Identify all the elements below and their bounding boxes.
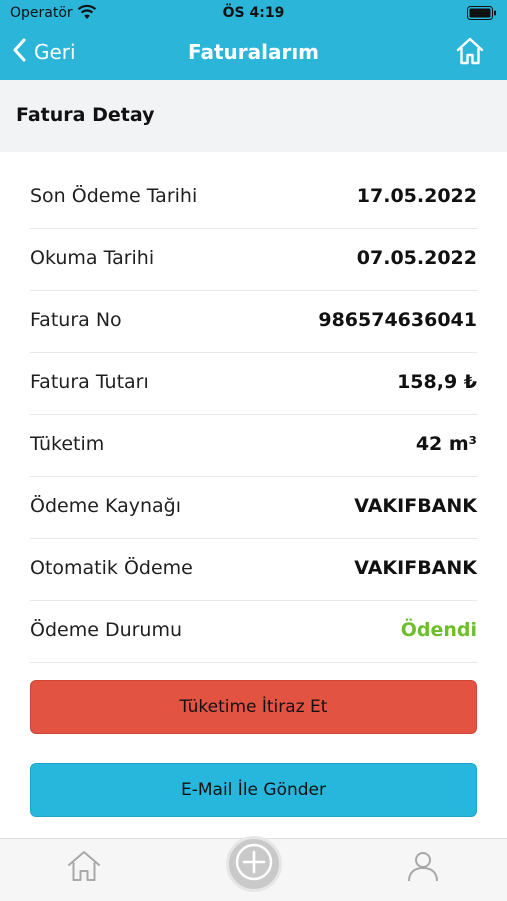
detail-label: Otomatik Ödeme	[30, 557, 193, 579]
detail-value: VAKIFBANK	[354, 557, 477, 579]
back-button[interactable]: Geri	[12, 38, 76, 66]
chevron-left-icon	[12, 38, 26, 66]
section-title: Fatura Detay	[16, 104, 155, 126]
detail-row-payment-status: Ödeme Durumu Ödendi	[30, 601, 477, 663]
user-icon	[406, 852, 440, 887]
home-button[interactable]	[455, 36, 485, 70]
page-title: Faturalarım	[187, 40, 320, 64]
detail-row-invoice-no: Fatura No 986574636041	[30, 291, 477, 353]
invoice-details: Son Ödeme Tarihi 17.05.2022 Okuma Tarihi…	[30, 167, 477, 663]
detail-row-consumption: Tüketim 42 m³	[30, 415, 477, 477]
detail-label: Fatura Tutarı	[30, 371, 149, 393]
detail-row-payment-source: Ödeme Kaynağı VAKIFBANK	[30, 477, 477, 539]
tab-profile[interactable]	[406, 849, 440, 887]
detail-row-amount: Fatura Tutarı 158,9 ₺	[30, 353, 477, 415]
clock: ÖS 4:19	[222, 5, 285, 21]
add-icon	[234, 842, 274, 886]
detail-value: VAKIFBANK	[354, 495, 477, 517]
tab-bar	[0, 836, 507, 901]
detail-label: Tüketim	[30, 433, 105, 455]
detail-label: Fatura No	[30, 309, 122, 331]
objection-button[interactable]: Tüketime İtiraz Et	[30, 680, 477, 734]
detail-value: 158,9 ₺	[397, 371, 477, 393]
detail-label: Ödeme Durumu	[30, 619, 183, 641]
detail-row-reading-date: Okuma Tarihi 07.05.2022	[30, 229, 477, 291]
detail-label: Ödeme Kaynağı	[30, 495, 181, 517]
nav-bar: Geri Faturalarım	[0, 30, 507, 76]
detail-value: 07.05.2022	[356, 247, 477, 269]
send-email-button[interactable]: E-Mail İle Gönder	[30, 763, 477, 817]
detail-value: 17.05.2022	[356, 185, 477, 207]
tab-home[interactable]	[66, 849, 102, 887]
top-bar: Operatör ÖS 4:19 Geri Faturalarım	[0, 0, 507, 80]
back-label: Geri	[34, 40, 76, 64]
detail-row-due-date: Son Ödeme Tarihi 17.05.2022	[30, 167, 477, 229]
detail-label: Okuma Tarihi	[30, 247, 155, 269]
home-icon	[455, 37, 485, 70]
add-button[interactable]	[226, 836, 282, 892]
status-bar: Operatör ÖS 4:19	[0, 0, 507, 28]
section-header: Fatura Detay	[0, 80, 507, 152]
payment-status-value: Ödendi	[400, 619, 477, 641]
battery-icon	[467, 6, 497, 24]
detail-value: 986574636041	[318, 309, 477, 331]
detail-value: 42 m³	[415, 433, 477, 455]
detail-label: Son Ödeme Tarihi	[30, 185, 198, 207]
home-icon	[66, 851, 102, 887]
detail-row-auto-payment: Otomatik Ödeme VAKIFBANK	[30, 539, 477, 601]
